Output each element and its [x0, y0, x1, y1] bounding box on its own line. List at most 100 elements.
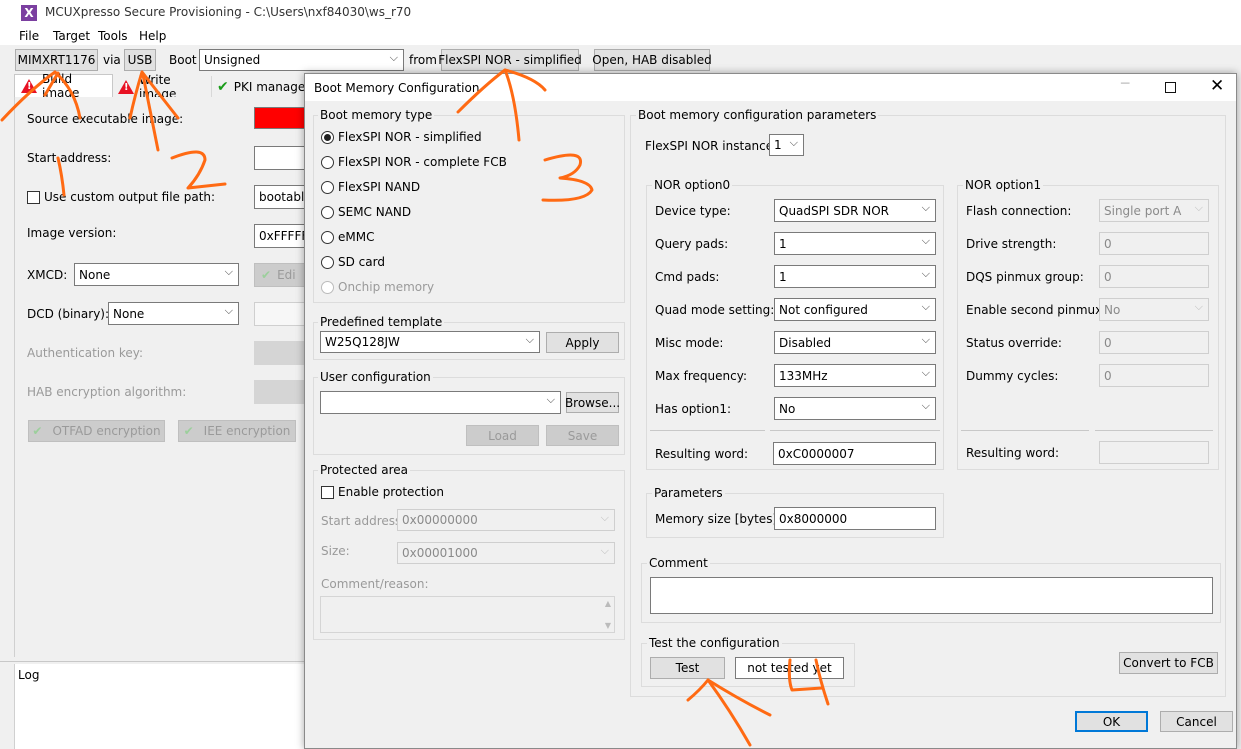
radio-indicator [321, 205, 334, 219]
nor0-result-field[interactable]: 0xC0000007 [773, 442, 936, 465]
memory-size-field[interactable]: 0x8000000 [774, 507, 936, 530]
nor-option1-group [957, 185, 1219, 470]
iee-label: IEE encryption [203, 424, 291, 438]
log-label: Log [18, 668, 40, 682]
user-config-select[interactable] [320, 391, 561, 414]
menu-bar: File Target Tools Help [0, 27, 1241, 45]
flash-connection-select[interactable]: Single port A [1099, 199, 1209, 222]
tab-build-image[interactable]: ! Build image [14, 72, 113, 100]
device-type-select[interactable]: QuadSPI SDR NOR [774, 199, 936, 222]
nor1-result-divider [961, 430, 1089, 431]
menu-tools[interactable]: Tools [98, 29, 128, 43]
menu-target[interactable]: Target [53, 29, 90, 43]
protected-size-select[interactable]: 0x00001000 [397, 542, 615, 564]
xmcd-select[interactable]: None [74, 263, 239, 286]
dummy-cycles-field[interactable]: 0 [1099, 364, 1209, 387]
drive-strength-label: Drive strength: [966, 237, 1057, 251]
menu-file[interactable]: File [19, 29, 39, 43]
convert-to-fcb-button[interactable]: Convert to FCB [1119, 652, 1218, 674]
minimize-icon[interactable]: ─ [1121, 76, 1129, 92]
radio-sd-card[interactable]: SD card [321, 255, 385, 269]
boot-label: Boot [169, 53, 197, 67]
drive-strength-field[interactable]: 0 [1099, 232, 1209, 255]
boot-type-select[interactable]: Unsigned [199, 49, 404, 71]
protected-start-select[interactable]: 0x00000000 [397, 509, 615, 531]
option-label: eMMC [338, 230, 375, 244]
query-pads-select[interactable]: 1 [774, 232, 936, 255]
radio-emmc[interactable]: eMMC [321, 230, 374, 244]
custom-path-label: Use custom output file path: [44, 190, 216, 204]
radio-semc-nand[interactable]: SEMC NAND [321, 205, 411, 219]
title-bar: X MCUXpresso Secure Provisioning - C:\Us… [0, 0, 1241, 26]
ok-button[interactable]: OK [1075, 711, 1148, 732]
dialog-title: Boot Memory Configuration [314, 81, 480, 95]
cancel-button[interactable]: Cancel [1160, 711, 1233, 732]
tab-write-image[interactable]: ! Write image [113, 73, 212, 101]
max-frequency-select[interactable]: 133MHz [774, 364, 936, 387]
otfad-encryption-button[interactable]: ✔ OTFAD encryption [28, 420, 165, 442]
test-status-field: not tested yet [735, 657, 844, 679]
radio-indicator [321, 230, 334, 244]
dcd-select[interactable]: None [108, 302, 239, 325]
xmcd-label: XMCD: [27, 268, 68, 282]
boot-memory-type-title: Boot memory type [318, 108, 435, 122]
status-override-field[interactable]: 0 [1099, 331, 1209, 354]
option-label: SD card [338, 255, 385, 269]
otfad-label: OTFAD encryption [52, 424, 161, 438]
device-button[interactable]: MIMXRT1176 [15, 49, 98, 71]
enable-protection-checkbox[interactable]: Enable protection [321, 485, 444, 499]
lifecycle-button[interactable]: Open, HAB disabled [592, 49, 712, 71]
cmd-pads-select[interactable]: 1 [774, 265, 936, 288]
apply-button[interactable]: Apply [546, 332, 619, 353]
enable-protection-label: Enable protection [338, 485, 444, 499]
maximize-icon[interactable] [1165, 82, 1176, 93]
menu-help[interactable]: Help [139, 29, 166, 43]
load-button[interactable]: Load [466, 425, 539, 446]
quad-mode-select[interactable]: Not configured [774, 298, 936, 321]
user-config-title: User configuration [318, 370, 433, 384]
via-label: via [103, 53, 121, 67]
custom-path-checkbox[interactable]: Use custom output file path: [27, 190, 215, 204]
radio-indicator [321, 255, 334, 269]
dqs-pinmux-field[interactable]: 0 [1099, 265, 1209, 288]
has-option1-select[interactable]: No [774, 397, 936, 420]
nor1-result-field[interactable] [1099, 441, 1209, 464]
template-title: Predefined template [318, 315, 445, 329]
test-button[interactable]: Test [650, 657, 725, 679]
scroll-up-icon[interactable]: ▲ [605, 599, 611, 608]
radio-indicator [321, 180, 334, 194]
option-label: FlexSPI NOR - simplified [338, 130, 482, 144]
window-title: MCUXpresso Secure Provisioning - C:\User… [45, 5, 412, 19]
iee-encryption-button[interactable]: ✔ IEE encryption [178, 420, 296, 442]
dcd-label: DCD (binary): [27, 307, 110, 321]
radio-flexspi-nor-simplified[interactable]: FlexSPI NOR - simplified [321, 130, 482, 144]
radio-flexspi-nor-complete[interactable]: FlexSPI NOR - complete FCB [321, 155, 507, 169]
status-override-label: Status override: [966, 336, 1062, 350]
radio-onchip-memory[interactable]: Onchip memory [321, 280, 434, 294]
instance-select[interactable]: 1 [769, 134, 804, 156]
close-icon[interactable]: ✕ [1210, 76, 1224, 96]
option-label: Onchip memory [338, 280, 435, 294]
template-select[interactable]: W25Q128JW [320, 331, 540, 353]
radio-flexspi-nand[interactable]: FlexSPI NAND [321, 180, 420, 194]
error-icon: ! [118, 79, 134, 94]
cmd-pads-label: Cmd pads: [655, 270, 720, 284]
connection-button[interactable]: USB [124, 49, 156, 71]
browse-button[interactable]: Browse... [565, 392, 620, 413]
check-icon: ✔ [32, 424, 43, 438]
scroll-down-icon[interactable]: ▼ [605, 621, 611, 630]
tab-pki-manager[interactable]: ✔ PKI manager [212, 76, 312, 97]
comment-field[interactable] [650, 577, 1213, 614]
query-pads-label: Query pads: [655, 237, 729, 251]
nor1-result-divider [1095, 430, 1213, 431]
second-pinmux-select[interactable]: No [1099, 298, 1209, 321]
boot-memory-button[interactable]: FlexSPI NOR - simplified [438, 49, 582, 71]
misc-mode-select[interactable]: Disabled [774, 331, 936, 354]
build-panel [14, 97, 314, 657]
check-icon: ✔ [217, 78, 229, 95]
radio-indicator [321, 155, 334, 169]
second-pinmux-label: Enable second pinmux: [966, 303, 1107, 317]
protected-comment-field[interactable]: ▲ ▼ [320, 596, 615, 633]
save-button[interactable]: Save [546, 425, 619, 446]
mcux-x-icon: X [21, 5, 37, 21]
